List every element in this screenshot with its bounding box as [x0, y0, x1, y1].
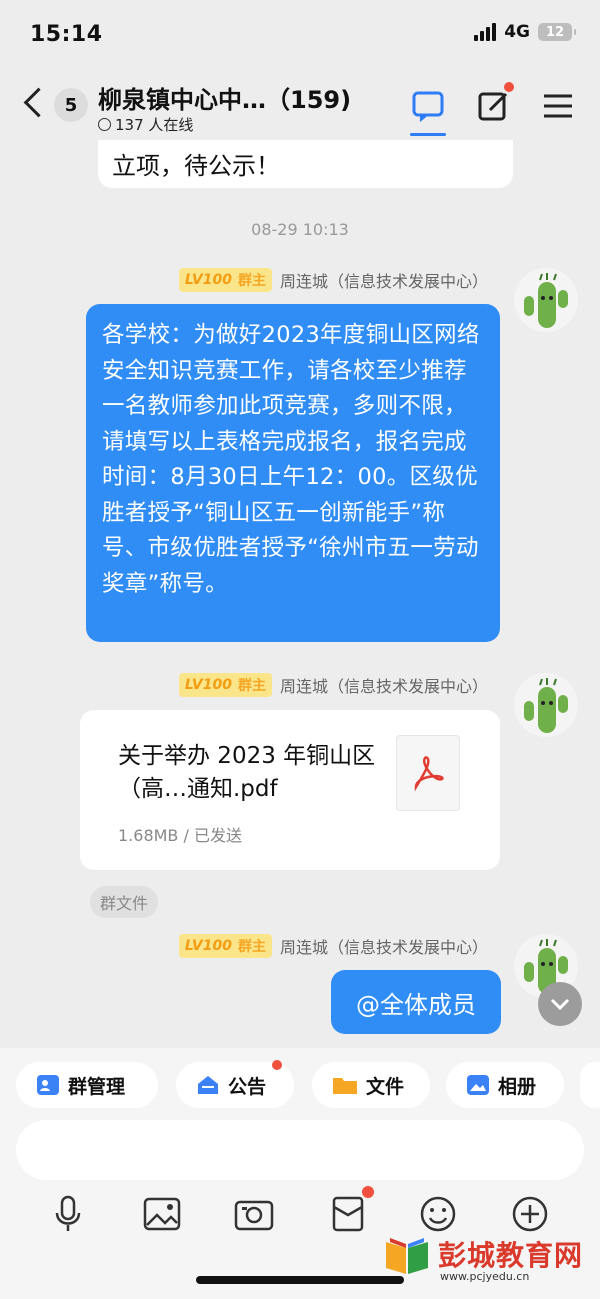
quick-action-group-manage[interactable]: 群管理 [16, 1062, 158, 1108]
sender-name: 周连城（信息技术发展中心） [279, 272, 488, 291]
level-badge: LV100 群主 [178, 268, 272, 292]
quick-action-album[interactable]: 相册 [446, 1062, 564, 1108]
quick-action-files[interactable]: 文件 [312, 1062, 430, 1108]
message-input[interactable] [16, 1120, 584, 1180]
network-type: 4G [504, 22, 530, 42]
level-badge: LV100 群主 [178, 673, 272, 697]
online-count: 137 人在线 [98, 114, 193, 135]
menu-icon[interactable] [540, 88, 576, 124]
quick-action-label: 公告 [228, 1075, 267, 1098]
image-icon[interactable] [140, 1192, 184, 1236]
home-indicator[interactable] [196, 1276, 404, 1284]
scroll-down-button[interactable] [538, 982, 582, 1026]
sender-name: 周连城（信息技术发展中心） [279, 938, 488, 957]
online-count-text: 137 人在线 [115, 116, 194, 134]
quick-action-more[interactable] [580, 1062, 600, 1108]
folder-icon [333, 1078, 357, 1094]
sender-info: LV100 群主 周连城（信息技术发展中心） [178, 673, 488, 697]
emoji-icon[interactable] [416, 1192, 460, 1236]
status-indicators: 4G 12 [474, 22, 576, 42]
camera-icon[interactable] [232, 1192, 276, 1236]
sender-info: LV100 群主 周连城（信息技术发展中心） [178, 268, 488, 292]
avatar[interactable] [514, 268, 578, 332]
edit-icon[interactable] [476, 82, 514, 124]
online-icon [98, 118, 111, 131]
quick-action-label: 文件 [366, 1075, 405, 1098]
avatar[interactable] [514, 673, 578, 737]
sender-info: LV100 群主 周连城（信息技术发展中心） [178, 934, 488, 958]
battery-icon: 12 [538, 23, 576, 41]
chevron-down-icon [550, 998, 570, 1010]
battery-level: 12 [545, 24, 565, 40]
chat-tab-icon[interactable] [410, 88, 446, 124]
active-tab-indicator [410, 133, 446, 136]
notification-dot [362, 1186, 374, 1198]
signal-icon [474, 23, 497, 41]
watermark-url: www.pcjyedu.cn [440, 1270, 530, 1283]
microphone-icon[interactable] [46, 1192, 90, 1236]
level-badge: LV100 群主 [178, 934, 272, 958]
file-name: 关于举办 2023 年铜山区（高…通知.pdf [118, 743, 376, 802]
watermark-text: 彭城教育网 [438, 1239, 584, 1272]
notification-dot [272, 1060, 282, 1070]
status-time: 15:14 [30, 22, 103, 47]
red-packet-icon[interactable] [326, 1186, 374, 1236]
unread-count-badge[interactable]: 5 [54, 88, 88, 122]
announcement-icon [198, 1076, 218, 1094]
pdf-icon [396, 735, 460, 811]
group-file-tag[interactable]: 群文件 [90, 886, 159, 918]
album-icon [467, 1075, 489, 1095]
file-meta: 1.68MB / 已发送 [118, 826, 242, 845]
notification-dot [504, 82, 514, 92]
plus-icon[interactable] [508, 1192, 552, 1236]
quick-action-announcement[interactable]: 公告 [176, 1060, 294, 1108]
sender-name: 周连城（信息技术发展中心） [279, 677, 488, 696]
message-timestamp: 08-29 10:13 [251, 220, 349, 239]
group-manage-icon [37, 1075, 59, 1095]
quick-action-label: 群管理 [68, 1075, 126, 1098]
quick-action-label: 相册 [498, 1075, 537, 1098]
previous-message-text: 立项，待公示！ [112, 152, 280, 180]
group-title[interactable]: 柳泉镇中心中…（159) [98, 80, 351, 115]
text-message-bubble[interactable]: 各学校：为做好2023年度铜山区网络安全知识竞赛工作，请各校至少推荐一名教师参加… [86, 304, 500, 642]
at-all-message[interactable]: @全体成员 [331, 970, 501, 1034]
book-logo-icon [386, 1238, 428, 1274]
